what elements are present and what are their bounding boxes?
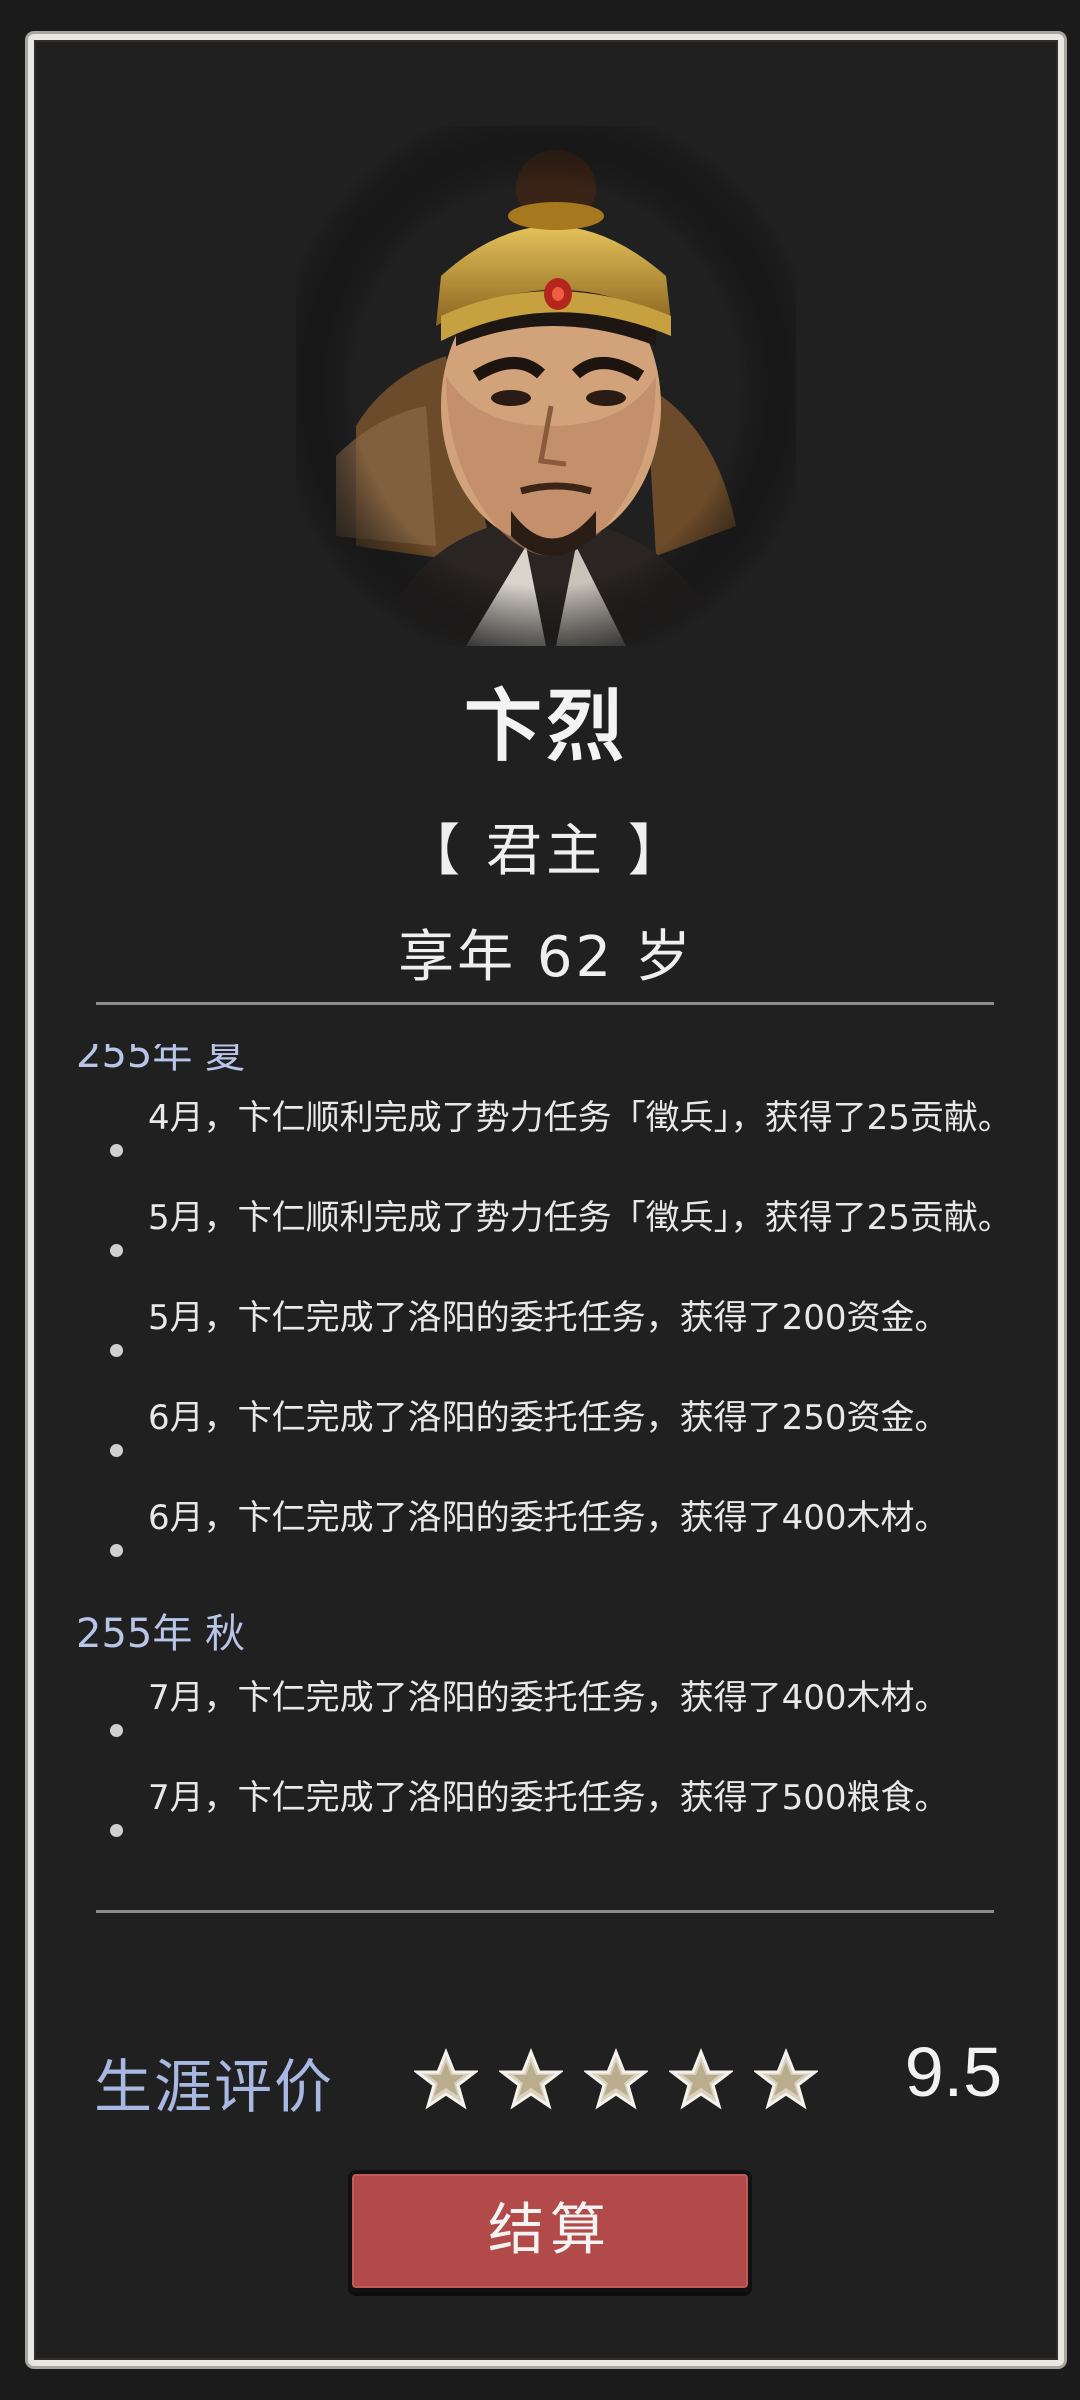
star-icon (669, 2048, 733, 2110)
log-entry-text: 7月，卞仁完成了洛阳的委托任务，获得了500粮食。 (148, 1778, 949, 1818)
career-log[interactable]: 255年 夏 4月，卞仁顺利完成了势力任务「徵兵」，获得了25贡献。 5月，卞仁… (34, 1044, 1058, 1934)
log-entry: 6月，卞仁完成了洛阳的委托任务，获得了400木材。 (110, 1494, 1016, 1594)
log-entry-text: 6月，卞仁完成了洛阳的委托任务，获得了250资金。 (148, 1398, 949, 1438)
log-entry: 5月，卞仁顺利完成了势力任务「徵兵」，获得了25贡献。 (110, 1194, 1016, 1294)
character-title: 【 君主 】 (404, 819, 688, 884)
season-header: 255年 秋 (76, 1611, 246, 1657)
log-entry: 7月，卞仁完成了洛阳的委托任务，获得了500粮食。 (110, 1774, 1016, 1874)
rating-label: 生涯评价 (94, 2053, 335, 2121)
star-icon (754, 2048, 818, 2110)
log-entry-text: 6月，卞仁完成了洛阳的委托任务，获得了400木材。 (148, 1498, 949, 1538)
character-age: 享年 62 岁 (398, 925, 694, 990)
star-icon (414, 2048, 478, 2110)
log-entry: 7月，卞仁完成了洛阳的委托任务，获得了400木材。 (110, 1674, 1016, 1774)
career-rating: 生涯评价 9.5 (34, 2010, 1058, 2130)
log-entry-text: 5月，卞仁顺利完成了势力任务「徵兵」，获得了25贡献。 (148, 1198, 1012, 1238)
bullet-icon (110, 1824, 123, 1837)
bullet-icon (110, 1444, 123, 1457)
bullet-icon (110, 1244, 123, 1257)
bullet-icon (110, 1344, 123, 1357)
log-entry-text: 7月，卞仁完成了洛阳的委托任务，获得了400木材。 (148, 1678, 949, 1718)
bullet-icon (110, 1544, 123, 1557)
season-header: 255年 夏 (76, 1044, 246, 1077)
settle-button[interactable]: 结算 (348, 2170, 752, 2292)
character-name: 卞烈 (463, 682, 628, 772)
log-entry: 6月，卞仁完成了洛阳的委托任务，获得了250资金。 (110, 1394, 1016, 1494)
rating-score: 9.5 (904, 2033, 1002, 2111)
bullet-icon (110, 1724, 123, 1737)
bullet-icon (110, 1144, 123, 1157)
divider-top (96, 1002, 994, 1005)
log-entry-text: 5月，卞仁完成了洛阳的委托任务，获得了200资金。 (148, 1298, 949, 1338)
log-entry: 5月，卞仁完成了洛阳的委托任务，获得了200资金。 (110, 1294, 1016, 1394)
log-entry: 4月，卞仁顺利完成了势力任务「徵兵」，获得了25贡献。 (110, 1094, 1016, 1194)
star-icon (584, 2048, 648, 2110)
character-portrait (296, 126, 796, 646)
rating-stars (414, 2048, 844, 2118)
summary-card: 卞烈 【 君主 】 享年 62 岁 255年 夏 4月，卞仁顺利完成了势力任务「… (28, 34, 1064, 2366)
log-entry-text: 4月，卞仁顺利完成了势力任务「徵兵」，获得了25贡献。 (148, 1098, 1012, 1138)
divider-bottom (96, 1910, 994, 1913)
star-icon (499, 2048, 563, 2110)
